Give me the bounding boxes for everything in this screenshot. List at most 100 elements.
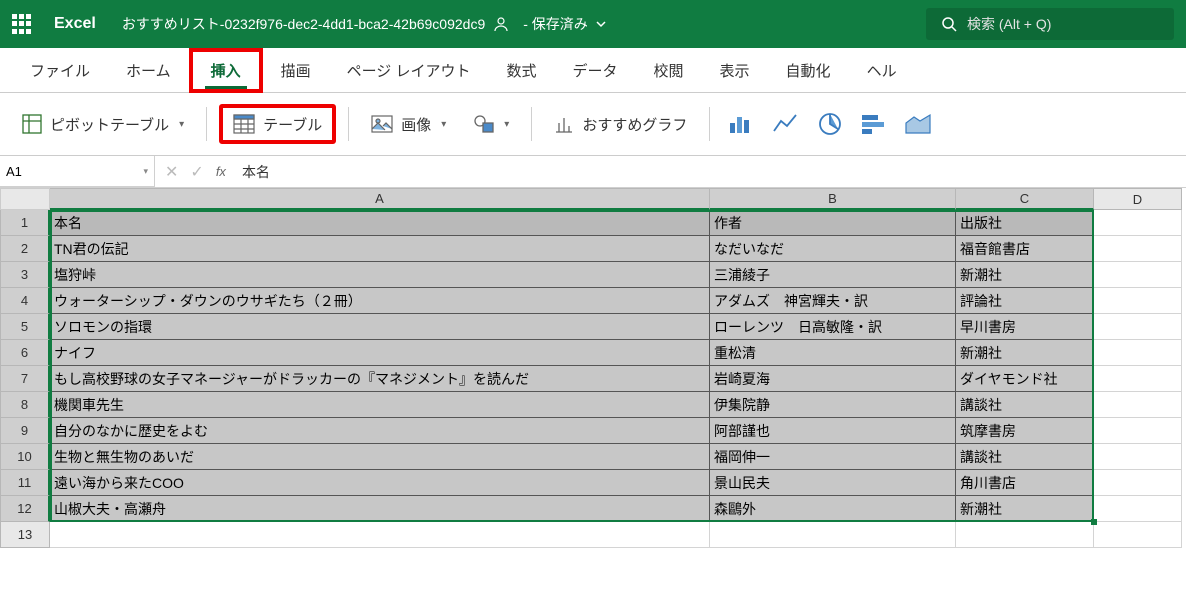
tab-data[interactable]: データ <box>555 48 636 93</box>
cell[interactable] <box>1094 366 1182 392</box>
cell[interactable]: 福岡伸一 <box>710 444 956 470</box>
cell[interactable] <box>1094 210 1182 236</box>
row-header[interactable]: 4 <box>0 288 50 314</box>
row-header[interactable]: 3 <box>0 262 50 288</box>
cell[interactable]: 自分のなかに歴史をよむ <box>50 418 710 444</box>
column-chart-icon[interactable] <box>728 113 754 135</box>
row-header[interactable]: 12 <box>0 496 50 522</box>
cell[interactable]: 筑摩書房 <box>956 418 1094 444</box>
bar-chart-icon[interactable] <box>860 113 886 135</box>
chevron-down-icon[interactable]: ▾ <box>143 166 148 177</box>
row-header[interactable]: 9 <box>0 418 50 444</box>
row-header[interactable]: 6 <box>0 340 50 366</box>
tab-help[interactable]: ヘル <box>849 48 915 93</box>
cell[interactable]: 角川書店 <box>956 470 1094 496</box>
tab-page-layout[interactable]: ページ レイアウト <box>329 48 489 93</box>
line-chart-icon[interactable] <box>772 113 800 135</box>
document-title[interactable]: おすすめリスト-0232f976-dec2-4dd1-bca2-42b69c09… <box>122 14 606 34</box>
cell[interactable]: 生物と無生物のあいだ <box>50 444 710 470</box>
cell[interactable] <box>1094 418 1182 444</box>
cells-area[interactable]: 本名 作者 出版社 TN君の伝記なだいなだ福音館書店塩狩峠三浦綾子新潮社ウォータ… <box>50 210 1182 548</box>
pie-chart-icon[interactable] <box>818 112 842 136</box>
tab-review[interactable]: 校閲 <box>636 48 702 93</box>
table-button[interactable]: テーブル <box>219 104 336 144</box>
cell[interactable]: 作者 <box>710 210 956 236</box>
cell[interactable]: 福音館書店 <box>956 236 1094 262</box>
image-button[interactable]: 画像 ▾ <box>361 104 456 144</box>
cell[interactable]: 塩狩峠 <box>50 262 710 288</box>
row-header[interactable]: 11 <box>0 470 50 496</box>
search-box[interactable]: 検索 (Alt + Q) <box>926 8 1174 40</box>
tab-home[interactable]: ホーム <box>108 48 189 93</box>
cell[interactable]: 三浦綾子 <box>710 262 956 288</box>
cell[interactable]: 新潮社 <box>956 262 1094 288</box>
row-header[interactable]: 5 <box>0 314 50 340</box>
cell[interactable]: 阿部謹也 <box>710 418 956 444</box>
cell[interactable]: TN君の伝記 <box>50 236 710 262</box>
tab-file[interactable]: ファイル <box>12 48 108 93</box>
row-header[interactable]: 8 <box>0 392 50 418</box>
cell[interactable]: アダムズ 神宮輝夫・訳 <box>710 288 956 314</box>
cell[interactable] <box>1094 496 1182 522</box>
cell[interactable] <box>1094 392 1182 418</box>
cell[interactable]: 重松清 <box>710 340 956 366</box>
row-header[interactable]: 7 <box>0 366 50 392</box>
cell[interactable] <box>1094 314 1182 340</box>
row-header[interactable]: 10 <box>0 444 50 470</box>
cell[interactable]: 遠い海から来たCOO <box>50 470 710 496</box>
cell[interactable]: 森鷗外 <box>710 496 956 522</box>
column-header[interactable]: B <box>710 188 956 210</box>
cell[interactable]: 山椒大夫・高瀬舟 <box>50 496 710 522</box>
tab-draw[interactable]: 描画 <box>263 48 329 93</box>
cell[interactable] <box>1094 444 1182 470</box>
tab-view[interactable]: 表示 <box>702 48 768 93</box>
select-all-corner[interactable] <box>0 188 50 210</box>
fx-icon[interactable]: fx <box>216 164 226 179</box>
row-header[interactable]: 1 <box>0 210 50 236</box>
cell[interactable] <box>1094 340 1182 366</box>
name-box[interactable]: A1 ▾ <box>0 156 155 187</box>
column-header[interactable]: A <box>50 188 710 210</box>
cell[interactable]: ナイフ <box>50 340 710 366</box>
cell[interactable]: もし高校野球の女子マネージャーがドラッカーの『マネジメント』を読んだ <box>50 366 710 392</box>
column-header[interactable]: C <box>956 188 1094 210</box>
cell[interactable] <box>1094 236 1182 262</box>
cell[interactable] <box>1094 522 1182 548</box>
spreadsheet-grid[interactable]: A B C D 1 2 3 4 5 6 7 8 9 10 11 12 13 本名… <box>0 188 1186 548</box>
cell[interactable]: 早川書房 <box>956 314 1094 340</box>
row-header[interactable]: 13 <box>0 522 50 548</box>
tab-formulas[interactable]: 数式 <box>488 48 554 93</box>
shapes-button[interactable]: ▾ <box>464 104 519 144</box>
cell[interactable] <box>50 522 710 548</box>
cell[interactable]: ウォーターシップ・ダウンのウサギたち（２冊） <box>50 288 710 314</box>
tab-automate[interactable]: 自動化 <box>768 48 849 93</box>
chevron-down-icon[interactable] <box>596 19 606 29</box>
cell[interactable]: 本名 <box>50 210 710 236</box>
row-header[interactable]: 2 <box>0 236 50 262</box>
cell[interactable]: ソロモンの指環 <box>50 314 710 340</box>
cell[interactable] <box>956 522 1094 548</box>
cell[interactable]: ローレンツ 日高敏隆・訳 <box>710 314 956 340</box>
cell[interactable]: 評論社 <box>956 288 1094 314</box>
cell[interactable]: 講談社 <box>956 444 1094 470</box>
tab-insert[interactable]: 挿入 <box>189 48 263 93</box>
cell[interactable]: 伊集院静 <box>710 392 956 418</box>
confirm-icon[interactable]: ✓ <box>190 162 203 182</box>
cell[interactable] <box>710 522 956 548</box>
cell[interactable]: 出版社 <box>956 210 1094 236</box>
cell[interactable]: 新潮社 <box>956 340 1094 366</box>
recommended-charts-button[interactable]: おすすめグラフ <box>544 104 697 144</box>
cancel-icon[interactable]: ✕ <box>165 162 178 182</box>
cell[interactable]: 新潮社 <box>956 496 1094 522</box>
cell[interactable]: 機関車先生 <box>50 392 710 418</box>
cell[interactable] <box>1094 262 1182 288</box>
area-chart-icon[interactable] <box>904 113 932 135</box>
cell[interactable]: 岩崎夏海 <box>710 366 956 392</box>
app-launcher-icon[interactable] <box>12 14 32 34</box>
formula-input[interactable]: 本名 <box>236 162 270 182</box>
pivot-table-button[interactable]: ピボットテーブル ▾ <box>12 104 194 144</box>
cell[interactable]: なだいなだ <box>710 236 956 262</box>
cell[interactable]: ダイヤモンド社 <box>956 366 1094 392</box>
selection-handle[interactable] <box>1091 519 1097 525</box>
cell[interactable] <box>1094 470 1182 496</box>
